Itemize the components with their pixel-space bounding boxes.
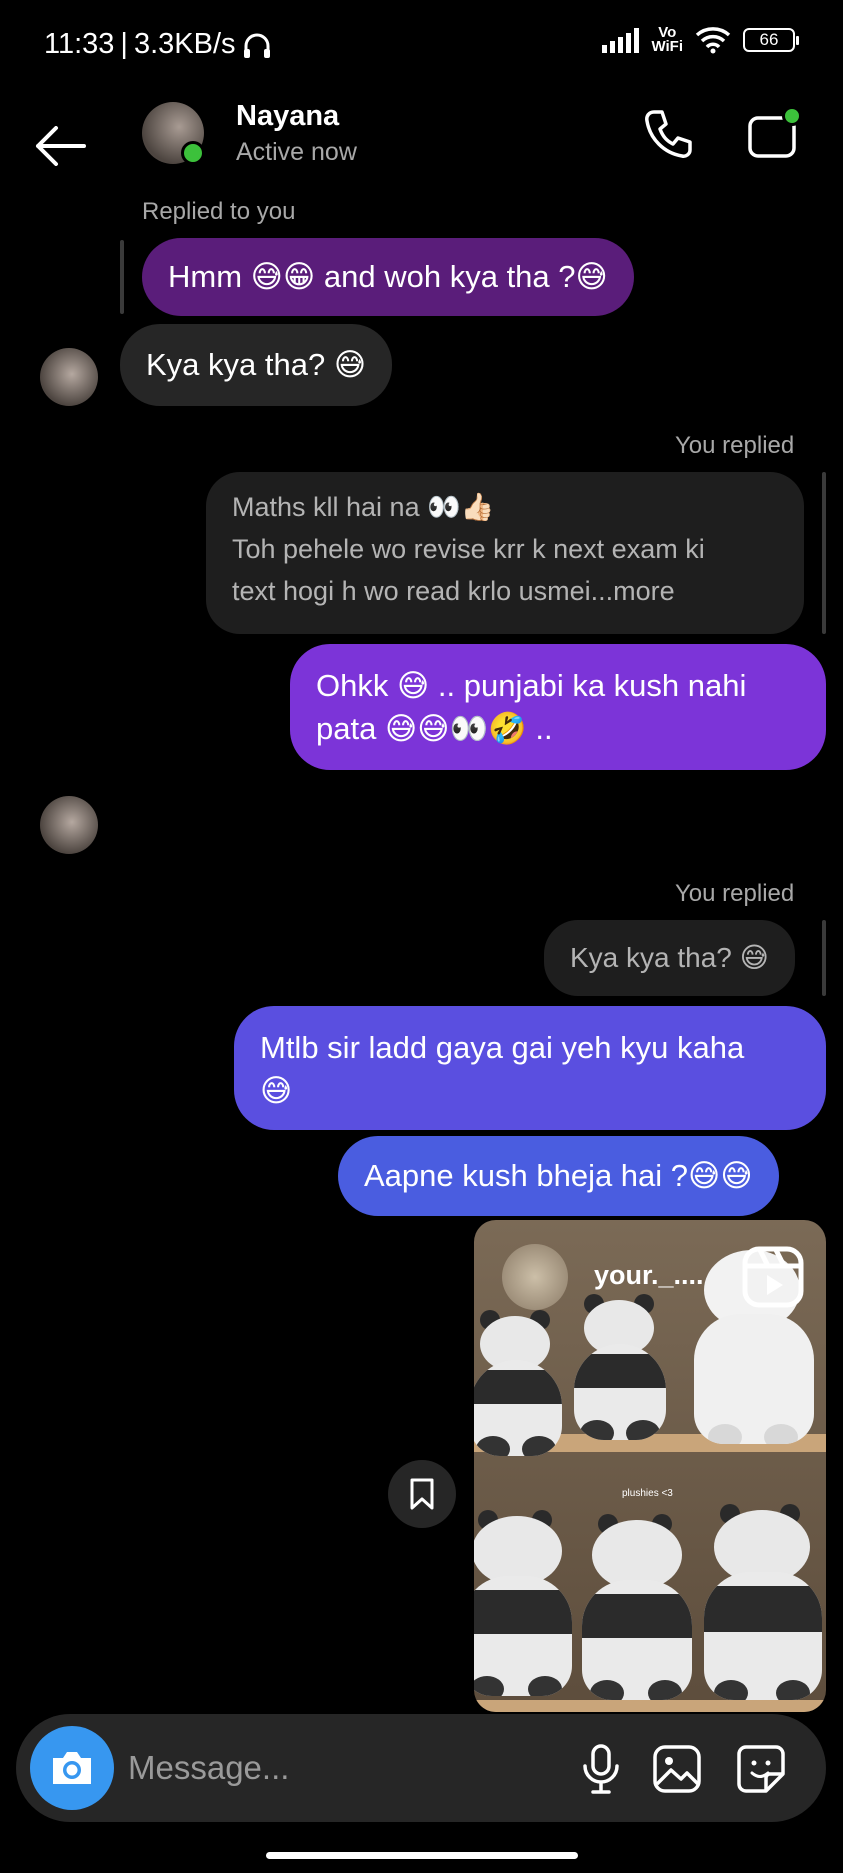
contact-status: Active now [236, 138, 357, 166]
quoted-line: text hogi h wo read krlo usmei...more [232, 576, 675, 606]
status-time: 11:33 [44, 28, 115, 60]
panda-plush [582, 1514, 692, 1700]
outgoing-message-bubble[interactable]: Aapne kush bheja hai ?😅😅 [338, 1136, 779, 1216]
sticker-icon [737, 1745, 785, 1793]
contact-name[interactable]: Nayana [236, 100, 339, 133]
phone-icon [645, 110, 692, 158]
bookmark-icon [410, 1478, 434, 1510]
arrow-left-icon [36, 126, 86, 166]
microphone-button[interactable] [574, 1742, 628, 1796]
reels-icon [742, 1246, 804, 1308]
status-network-speed: 3.3KB/s [133, 28, 236, 60]
message-composer [16, 1714, 826, 1822]
status-left: 11:33 | 3.3KB/s [44, 28, 272, 61]
reel-author-avatar[interactable] [502, 1244, 568, 1310]
panda-plush [474, 1310, 562, 1456]
message-input[interactable] [128, 1740, 548, 1796]
status-right: Vo WiFi 66 [602, 24, 799, 55]
reel-username[interactable]: your._.... [594, 1260, 704, 1291]
panda-plush [574, 1294, 666, 1440]
headphones-icon [243, 33, 270, 58]
battery-icon: 66 [743, 28, 799, 52]
camera-button[interactable] [30, 1726, 114, 1810]
you-replied-label: You replied [675, 880, 795, 907]
outgoing-message-bubble[interactable]: Ohkk 😅 .. punjabi ka kush nahi pata 😅😅👀🤣… [290, 644, 826, 770]
reel-caption: plushies <3 [622, 1488, 673, 1499]
status-separator: | [120, 28, 128, 60]
signal-icon [602, 27, 640, 53]
vowifi-icon: Vo WiFi [651, 24, 683, 55]
image-icon [653, 1745, 701, 1793]
wifi-icon [695, 27, 731, 54]
gallery-button[interactable] [650, 1742, 704, 1796]
save-reel-button[interactable] [388, 1460, 456, 1528]
microphone-icon [583, 1744, 619, 1794]
you-replied-label: You replied [675, 432, 795, 459]
replied-to-you-label: Replied to you [142, 198, 296, 225]
contact-avatar-small[interactable] [40, 796, 98, 854]
quoted-message[interactable]: Kya kya tha? 😅 [544, 920, 795, 996]
quoted-message[interactable]: Maths kll hai na 👀👍🏻 Toh pehele wo revis… [206, 472, 804, 634]
outgoing-message-bubble[interactable]: Mtlb sir ladd gaya gai yeh kyu kaha 😅 [234, 1006, 826, 1130]
camera-icon [53, 1752, 91, 1784]
panda-plush [474, 1510, 572, 1696]
chat-header: Nayana Active now [0, 96, 843, 206]
video-call-button[interactable] [740, 106, 806, 166]
message-line: Mtlb sir ladd gaya gai yeh kyu kaha [260, 1030, 745, 1065]
home-indicator[interactable] [266, 1852, 578, 1859]
reply-indicator-bar [120, 240, 124, 314]
back-button[interactable] [30, 116, 90, 176]
reply-indicator-bar [822, 472, 826, 634]
video-active-dot [782, 106, 802, 126]
incoming-message-bubble[interactable]: Kya kya tha? 😅 [120, 324, 393, 406]
online-indicator [181, 141, 205, 165]
battery-level: 66 [759, 30, 779, 49]
status-bar: 11:33 | 3.3KB/s Vo WiFi 66 [0, 0, 843, 96]
message-line: Ohkk 😅 .. punjabi ka kush nahi [316, 668, 747, 703]
shared-reel[interactable]: plushies <3 your._.... [474, 1220, 826, 1712]
reply-indicator-bar [822, 920, 826, 996]
shelf [474, 1700, 826, 1712]
message-line: pata 😅😅👀🤣 .. [316, 711, 553, 746]
contact-avatar-small[interactable] [40, 348, 98, 406]
message-line: 😅 [260, 1073, 293, 1108]
quoted-line: Toh pehele wo revise krr k next exam ki [232, 534, 705, 564]
outgoing-message-bubble[interactable]: Hmm 😅😁 and woh kya tha ?😅 [142, 238, 634, 316]
panda-plush [704, 1504, 822, 1700]
quoted-line: Maths kll hai na 👀👍🏻 [232, 492, 495, 522]
sticker-button[interactable] [734, 1742, 788, 1796]
voice-call-button[interactable] [640, 106, 700, 166]
